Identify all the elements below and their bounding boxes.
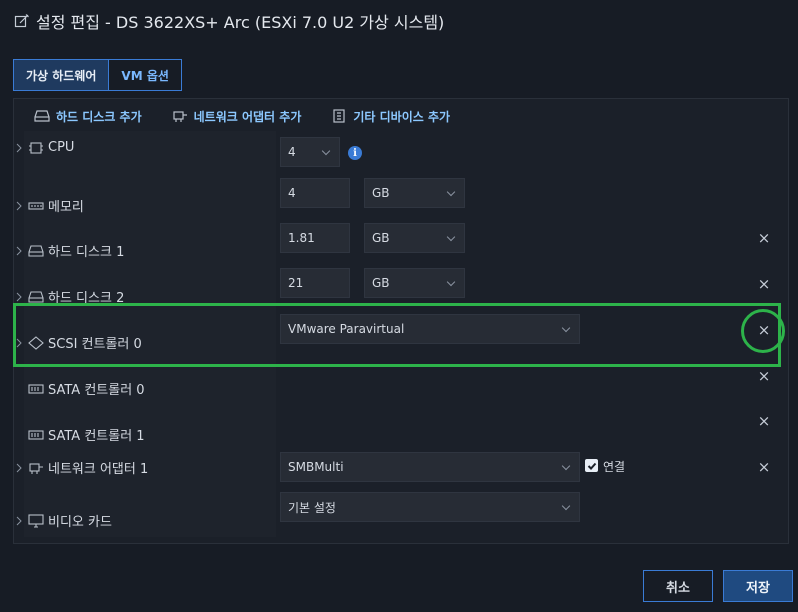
device-label-scsi-controller-0: SCSI 컨트롤러 0 (48, 337, 142, 352)
hard-disk-icon (28, 244, 44, 257)
remove-sata-controller-0-button[interactable]: × (757, 369, 771, 384)
connect-label: 연결 (603, 460, 626, 474)
cpu-count-value: 4 (288, 145, 296, 159)
device-row-scsi-controller-0[interactable]: SCSI 컨트롤러 0 (14, 333, 142, 352)
device-row-video-card[interactable]: 비디오 카드 (14, 511, 112, 530)
cpu-icon (29, 141, 43, 154)
other-device-icon (333, 109, 345, 123)
tab-virtual-hardware[interactable]: 가상 하드웨어 (14, 60, 109, 90)
hard-disk-1-unit-value: GB (372, 231, 390, 245)
add-network-adapter-label: 네트워크 어댑터 추가 (193, 109, 302, 124)
memory-unit-select[interactable]: GB (364, 178, 465, 208)
network-adapter-icon (29, 462, 43, 474)
scsi-controller-icon (28, 335, 44, 350)
chevron-right-icon (16, 516, 22, 525)
chevron-right-icon (16, 292, 22, 301)
checkmark-icon (587, 462, 596, 470)
sata-controller-icon (28, 383, 44, 394)
remove-sata-controller-1-button[interactable]: × (757, 414, 771, 429)
scsi-controller-type-select[interactable]: VMware Paravirtual (280, 314, 580, 344)
chevron-right-icon (16, 246, 22, 255)
memory-icon (28, 201, 44, 210)
sata-controller-icon (28, 429, 44, 440)
add-hard-disk-label: 하드 디스크 추가 (56, 109, 142, 124)
remove-hard-disk-1-button[interactable]: × (757, 231, 771, 246)
hard-disk-2-size-value: 21 (288, 276, 304, 290)
chevron-right-icon (16, 463, 22, 472)
memory-size-value: 4 (288, 186, 296, 200)
cancel-button[interactable]: 취소 (643, 570, 713, 602)
hard-disk-1-size-input[interactable]: 1.81 (280, 223, 350, 253)
add-other-device-button[interactable]: 기타 디바이스 추가 (331, 108, 450, 125)
hard-disk-2-size-input[interactable]: 21 (280, 268, 350, 298)
device-row-hard-disk-1[interactable]: 하드 디스크 1 (14, 241, 124, 260)
device-label-cpu: CPU (48, 140, 75, 155)
device-label-hard-disk-1: 하드 디스크 1 (48, 245, 125, 260)
cpu-count-select[interactable]: 4 (280, 137, 340, 167)
info-icon[interactable]: i (348, 146, 362, 160)
add-other-device-label: 기타 디바이스 추가 (353, 109, 451, 124)
memory-size-input[interactable]: 4 (280, 178, 350, 208)
device-row-memory[interactable]: 메모리 (14, 196, 84, 215)
save-button[interactable]: 저장 (723, 570, 793, 602)
device-row-sata-controller-0[interactable]: SATA 컨트롤러 0 (14, 379, 145, 398)
edit-settings-icon (14, 14, 29, 28)
hard-disk-2-unit-value: GB (372, 276, 390, 290)
hard-disk-2-unit-select[interactable]: GB (364, 268, 465, 298)
add-network-adapter-button[interactable]: 네트워크 어댑터 추가 (172, 108, 302, 125)
dialog-title: 설정 편집 - DS 3622XS+ Arc (ESXi 7.0 U2 가상 시… (36, 13, 445, 32)
device-row-sata-controller-1[interactable]: SATA 컨트롤러 1 (14, 425, 145, 444)
network-adapter-1-select[interactable]: SMBMulti (280, 452, 580, 482)
remove-network-adapter-1-button[interactable]: × (757, 460, 771, 475)
remove-scsi-controller-0-button[interactable]: × (757, 323, 771, 338)
scsi-controller-type-value: VMware Paravirtual (288, 322, 405, 336)
chevron-right-icon (16, 143, 22, 152)
device-row-network-adapter-1[interactable]: 네트워크 어댑터 1 (14, 458, 148, 477)
hard-disk-1-size-value: 1.81 (288, 231, 315, 245)
remove-hard-disk-2-button[interactable]: × (757, 277, 771, 292)
hard-disk-icon (28, 290, 44, 303)
device-row-cpu[interactable]: CPU (14, 140, 74, 155)
chevron-right-icon (16, 201, 22, 210)
memory-unit-value: GB (372, 186, 390, 200)
device-toolbar: 하드 디스크 추가 네트워크 어댑터 추가 기타 디바이스 추가 (34, 105, 450, 127)
dialog-title-bar: 설정 편집 - DS 3622XS+ Arc (ESXi 7.0 U2 가상 시… (14, 8, 444, 34)
device-label-sata-controller-1: SATA 컨트롤러 1 (48, 429, 145, 444)
chevron-right-icon (16, 338, 22, 347)
network-adapter-1-value: SMBMulti (288, 460, 344, 474)
device-label-hard-disk-2: 하드 디스크 2 (48, 291, 125, 306)
tab-vm-options[interactable]: VM 옵션 (108, 60, 181, 90)
add-hard-disk-button[interactable]: 하드 디스크 추가 (34, 108, 142, 125)
device-label-memory: 메모리 (48, 200, 84, 215)
device-label-video-card: 비디오 카드 (48, 515, 112, 530)
connect-checkbox[interactable] (585, 459, 598, 472)
video-card-select[interactable]: 기본 설정 (280, 492, 580, 522)
device-label-network-adapter-1: 네트워크 어댑터 1 (48, 462, 149, 477)
hard-disk-1-unit-select[interactable]: GB (364, 223, 465, 253)
hard-disk-icon (34, 110, 50, 122)
monitor-icon (28, 513, 44, 528)
video-card-value: 기본 설정 (288, 500, 336, 515)
network-adapter-icon (173, 111, 187, 122)
device-label-sata-controller-0: SATA 컨트롤러 0 (48, 383, 145, 398)
device-row-hard-disk-2[interactable]: 하드 디스크 2 (14, 287, 124, 306)
tab-bar: 가상 하드웨어 VM 옵션 (13, 59, 182, 91)
